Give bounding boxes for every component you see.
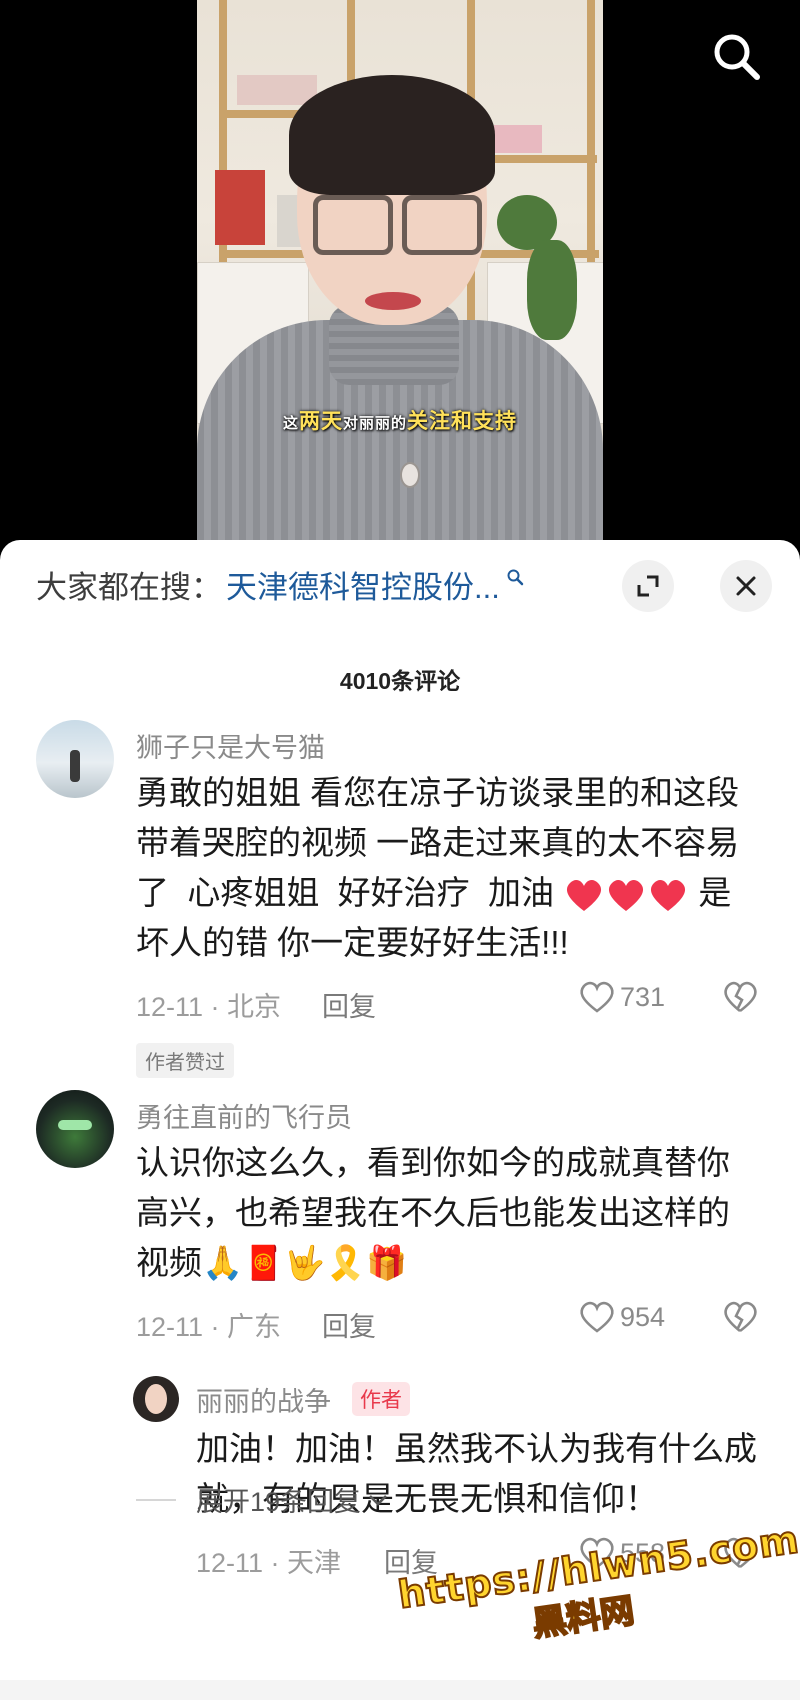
like-button[interactable]: 954 (578, 1300, 665, 1334)
reply-button[interactable]: 回复 (322, 985, 376, 1024)
heart-emoji (609, 880, 644, 912)
next-item-peek (0, 1680, 800, 1700)
video-subtitle: 这两天对丽丽的关注和支持 (197, 405, 603, 435)
reply-button[interactable]: 回复 (322, 1305, 376, 1344)
dislike-button[interactable] (722, 1300, 758, 1339)
search-suggestion-prefix: 大家都在搜： (36, 569, 222, 605)
avatar-face (145, 1384, 167, 1414)
heart-emoji (651, 880, 686, 912)
expand-icon (637, 575, 659, 597)
comment-sheet: 大家都在搜： 天津德科智控股份... 4010条评论 狮子只是大号猫 勇敢的姐姐… (0, 540, 800, 1700)
comment-line: 高兴，也希望我在不久后也能发出这样的 (136, 1194, 730, 1231)
search-icon (714, 34, 760, 80)
subtitle-part: 两天 (299, 410, 343, 433)
like-count: 731 (620, 981, 666, 1012)
subtitle-part: 这 (282, 415, 299, 432)
dislike-button[interactable] (722, 980, 758, 1019)
comment-line: 坏人的错 你一定要好好生活!!! (136, 924, 569, 961)
comment-text: 认识你这么久，看到你如今的成就真替你 高兴，也希望我在不久后也能发出这样的 视频… (136, 1138, 730, 1288)
avatar[interactable] (133, 1376, 179, 1422)
like-button[interactable]: 731 (578, 980, 665, 1014)
close-icon (736, 576, 756, 596)
comment-line: 视频🙏🧧🤟🎗️🎁 (136, 1244, 408, 1281)
box (494, 125, 542, 153)
heart-emoji (567, 880, 602, 912)
search-icon (507, 569, 524, 586)
broken-heart-icon (724, 981, 757, 1013)
hair (289, 75, 495, 195)
comment-count: 4010条评论 (339, 668, 461, 694)
mouth (365, 292, 421, 310)
bottles (237, 75, 317, 105)
author-badge: 作者 (352, 1382, 410, 1416)
author-liked-badge: 作者赞过 (136, 1043, 234, 1078)
comment-date-location: 12-11 · 北京 (136, 992, 282, 1022)
search-suggestion[interactable]: 大家都在搜： 天津德科智控股份... (36, 562, 524, 606)
expand-button[interactable] (622, 560, 674, 612)
heart-outline-icon (580, 1301, 614, 1333)
avatar[interactable] (36, 720, 114, 798)
glasses-right (402, 195, 482, 255)
comment-date-location: 12-11 · 广东 (136, 1312, 282, 1342)
expand-replies-label: 展开19条回复 (196, 1487, 362, 1517)
comment-line: 了 心疼姐姐 好好治疗 加油 是 (136, 868, 739, 918)
chevron-down-icon (369, 1494, 387, 1506)
like-count: 954 (620, 1301, 666, 1332)
comment-text: 勇敢的姐姐 看您在凉子访谈录里的和这段 带着哭腔的视频 一路走过来真的太不容易 … (136, 768, 739, 968)
reply-username[interactable]: 丽丽的战争 (196, 1380, 331, 1419)
red-book (215, 170, 265, 245)
divider-line (136, 1498, 176, 1501)
video-frame: 这两天对丽丽的关注和支持 (197, 0, 603, 545)
close-button[interactable] (720, 560, 772, 612)
comment-line: 认识你这么久，看到你如今的成就真替你 (136, 1144, 730, 1181)
expand-replies-button[interactable]: 展开19条回复 (136, 1480, 391, 1519)
subtitle-part: 关注和支持 (407, 410, 518, 433)
plant (527, 240, 577, 340)
pendant (400, 462, 420, 488)
comment-username[interactable]: 勇往直前的飞行员 (136, 1096, 352, 1135)
comment-username[interactable]: 狮子只是大号猫 (136, 726, 325, 765)
comment-line: 带着哭腔的视频 一路走过来真的太不容易 (136, 824, 740, 861)
video-player[interactable]: 这两天对丽丽的关注和支持 (0, 0, 800, 545)
search-button[interactable] (710, 30, 764, 84)
glasses-left (313, 195, 393, 255)
avatar-figure (70, 750, 80, 782)
avatar-light (58, 1120, 92, 1130)
search-suggestion-term[interactable]: 天津德科智控股份... (226, 562, 500, 607)
comment-line: 加油！加油！虽然我不认为我有什么成 (196, 1430, 757, 1467)
broken-heart-icon (724, 1301, 757, 1333)
avatar[interactable] (36, 1090, 114, 1168)
reply-date-location: 12-11 · 天津 (196, 1548, 342, 1578)
comment-line: 勇敢的姐姐 看您在凉子访谈录里的和这段 (136, 774, 740, 811)
subtitle-part: 对丽丽的 (343, 415, 408, 432)
heart-outline-icon (580, 981, 614, 1013)
